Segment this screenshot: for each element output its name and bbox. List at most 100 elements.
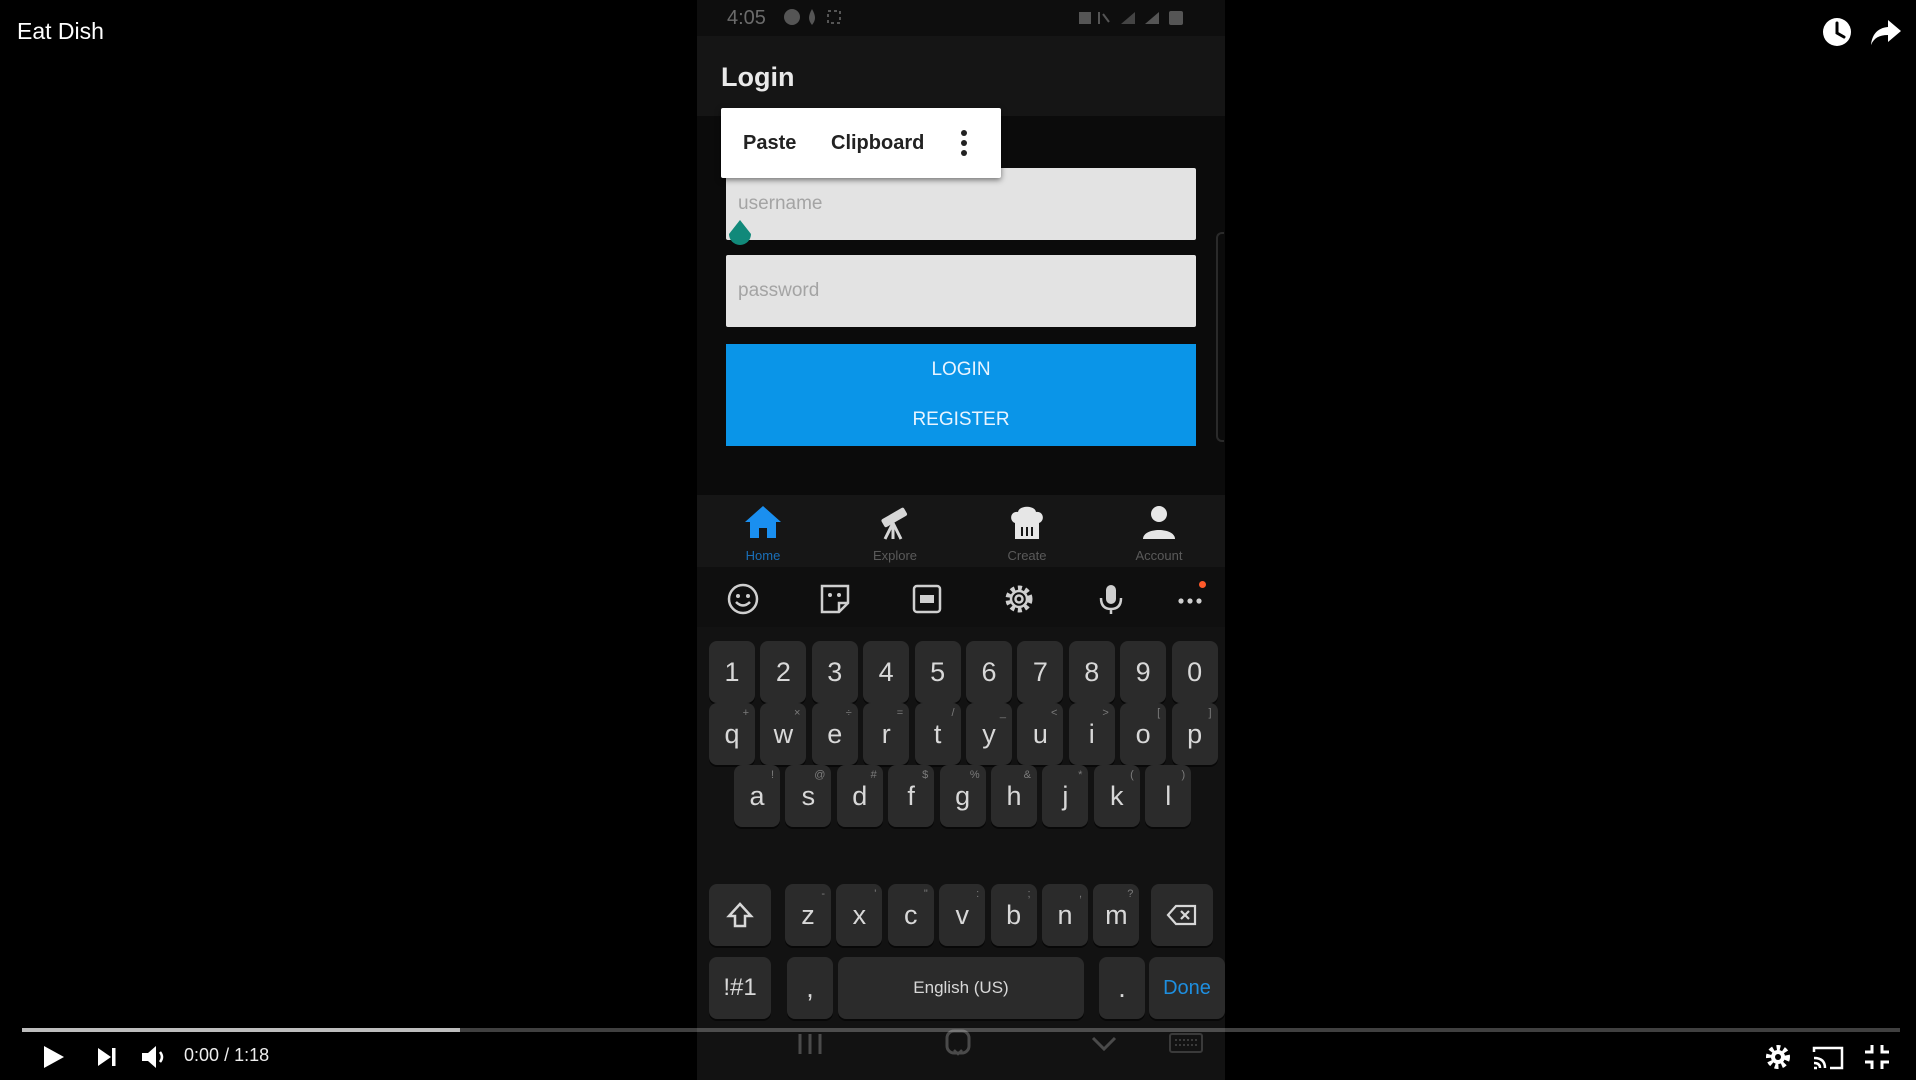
- key-row3-5[interactable]: n,: [1042, 884, 1088, 946]
- key-label: 3: [827, 657, 843, 687]
- sticker-icon[interactable]: [817, 581, 853, 617]
- key-label: 1: [724, 657, 740, 687]
- key-row2-5[interactable]: h &: [991, 765, 1037, 827]
- backspace-key[interactable]: [1151, 884, 1213, 946]
- key-row3-1[interactable]: x ': [836, 884, 883, 946]
- key-row2-1[interactable]: s @: [785, 765, 832, 827]
- clipboard-menu-item[interactable]: Clipboard: [831, 132, 924, 155]
- home-button-icon[interactable]: [943, 1028, 973, 1065]
- key-row2-0[interactable]: a!: [734, 765, 780, 827]
- watch-later-icon[interactable]: [1819, 14, 1855, 50]
- nav-label: Explore: [872, 548, 918, 563]
- cast-button[interactable]: [1810, 1040, 1846, 1074]
- done-key[interactable]: Done: [1149, 957, 1225, 1019]
- key-row2-3[interactable]: f $: [888, 765, 935, 827]
- register-button[interactable]: REGISTER: [726, 394, 1196, 446]
- period-key[interactable]: .: [1099, 957, 1145, 1019]
- key-row2-2[interactable]: d #: [836, 765, 883, 827]
- key-row1-7[interactable]: i >: [1068, 703, 1115, 765]
- key-label: m: [1105, 900, 1128, 930]
- key-label: y: [982, 719, 996, 749]
- key-row3-0[interactable]: z-: [785, 884, 831, 946]
- key-row3-4[interactable]: b;: [990, 884, 1037, 946]
- microphone-icon[interactable]: [1093, 581, 1129, 617]
- nav-item-account[interactable]: Account: [1093, 495, 1225, 567]
- key-row3-3[interactable]: v:: [939, 884, 986, 946]
- key-row1-4[interactable]: t /: [914, 703, 961, 765]
- key-num-0[interactable]: 1: [709, 641, 755, 703]
- key-row1-2[interactable]: e ÷: [811, 703, 858, 765]
- gif-icon[interactable]: [909, 581, 945, 617]
- key-label: q: [724, 719, 740, 749]
- key-secondary-label: @: [814, 769, 826, 781]
- key-row1-1[interactable]: w ×: [760, 703, 807, 765]
- key-row1-0[interactable]: q +: [709, 703, 755, 765]
- page-title: Login: [721, 62, 795, 92]
- nav-item-create[interactable]: Create: [961, 495, 1093, 567]
- username-input[interactable]: [726, 168, 1196, 240]
- exit-fullscreen-button[interactable]: [1860, 1040, 1894, 1074]
- hide-keyboard-icon[interactable]: [1089, 1030, 1119, 1063]
- comma-key[interactable]: ,: [787, 957, 833, 1019]
- progress-bar[interactable]: [22, 1028, 1900, 1032]
- key-row1-6[interactable]: u <: [1017, 703, 1064, 765]
- next-button[interactable]: [92, 1040, 122, 1074]
- key-num-5[interactable]: 6: [966, 641, 1012, 703]
- shift-key[interactable]: [709, 884, 771, 946]
- key-secondary-label: /: [951, 707, 955, 719]
- key-label: 7: [1032, 657, 1048, 687]
- nav-item-home[interactable]: Home: [697, 495, 829, 567]
- bottom-navigation: Home Explore Create Account: [697, 495, 1225, 567]
- key-num-6[interactable]: 7: [1017, 641, 1064, 703]
- settings-button[interactable]: [1762, 1040, 1794, 1074]
- key-num-1[interactable]: 2: [760, 641, 807, 703]
- key-secondary-label: ?: [1127, 888, 1134, 900]
- status-system-icons: [1077, 8, 1195, 34]
- text-context-menu: Paste Clipboard: [721, 108, 1001, 178]
- emoji-icon[interactable]: [725, 581, 761, 617]
- password-input[interactable]: [726, 255, 1196, 327]
- key-row1-8[interactable]: o[: [1120, 703, 1167, 765]
- key-row2-4[interactable]: g%: [939, 765, 986, 827]
- space-key[interactable]: English (US): [838, 957, 1084, 1019]
- phone-screen: 4:05 Login LOGIN REGISTER Paste Clipboar…: [697, 0, 1225, 1080]
- video-title[interactable]: Eat Dish: [17, 18, 104, 45]
- key-row1-9[interactable]: p]: [1171, 703, 1218, 765]
- keyboard-switch-icon[interactable]: [1169, 1032, 1203, 1059]
- key-row3-2[interactable]: c ": [887, 884, 934, 946]
- nav-item-explore[interactable]: Explore: [829, 495, 961, 567]
- paste-menu-item[interactable]: Paste: [743, 132, 796, 155]
- login-button[interactable]: LOGIN: [726, 344, 1196, 396]
- key-row3-6[interactable]: m?: [1093, 884, 1140, 946]
- text-cursor-handle-icon[interactable]: [725, 218, 755, 252]
- symbols-key[interactable]: !#1: [709, 957, 771, 1019]
- key-num-7[interactable]: 8: [1068, 641, 1115, 703]
- key-label: n: [1057, 900, 1073, 930]
- password-field[interactable]: [726, 255, 1196, 327]
- mute-button[interactable]: [138, 1040, 170, 1074]
- key-secondary-label: -: [821, 888, 825, 900]
- more-options-icon[interactable]: [961, 128, 967, 158]
- share-icon[interactable]: [1868, 14, 1904, 50]
- play-button[interactable]: [38, 1040, 68, 1074]
- time-separator: /: [224, 1045, 230, 1065]
- key-row2-8[interactable]: l): [1145, 765, 1192, 827]
- key-row1-5[interactable]: y _: [966, 703, 1012, 765]
- recent-apps-icon[interactable]: [795, 1030, 825, 1063]
- key-num-9[interactable]: 0: [1171, 641, 1218, 703]
- gear-icon: [1766, 1045, 1790, 1069]
- key-row1-3[interactable]: r =: [863, 703, 910, 765]
- cast-icon: [1812, 1046, 1844, 1070]
- key-num-2[interactable]: 3: [811, 641, 858, 703]
- key-num-8[interactable]: 9: [1120, 641, 1167, 703]
- key-row2-6[interactable]: j *: [1042, 765, 1089, 827]
- key-label: 0: [1187, 657, 1203, 687]
- key-num-3[interactable]: 4: [863, 641, 910, 703]
- key-num-4[interactable]: 5: [914, 641, 961, 703]
- key-label: 9: [1135, 657, 1151, 687]
- keyboard-settings-icon[interactable]: [1001, 581, 1037, 617]
- key-row2-7[interactable]: k(: [1093, 765, 1140, 827]
- play-icon: [44, 1046, 64, 1068]
- edge-panel-handle[interactable]: [1216, 232, 1224, 442]
- username-field[interactable]: [726, 168, 1196, 240]
